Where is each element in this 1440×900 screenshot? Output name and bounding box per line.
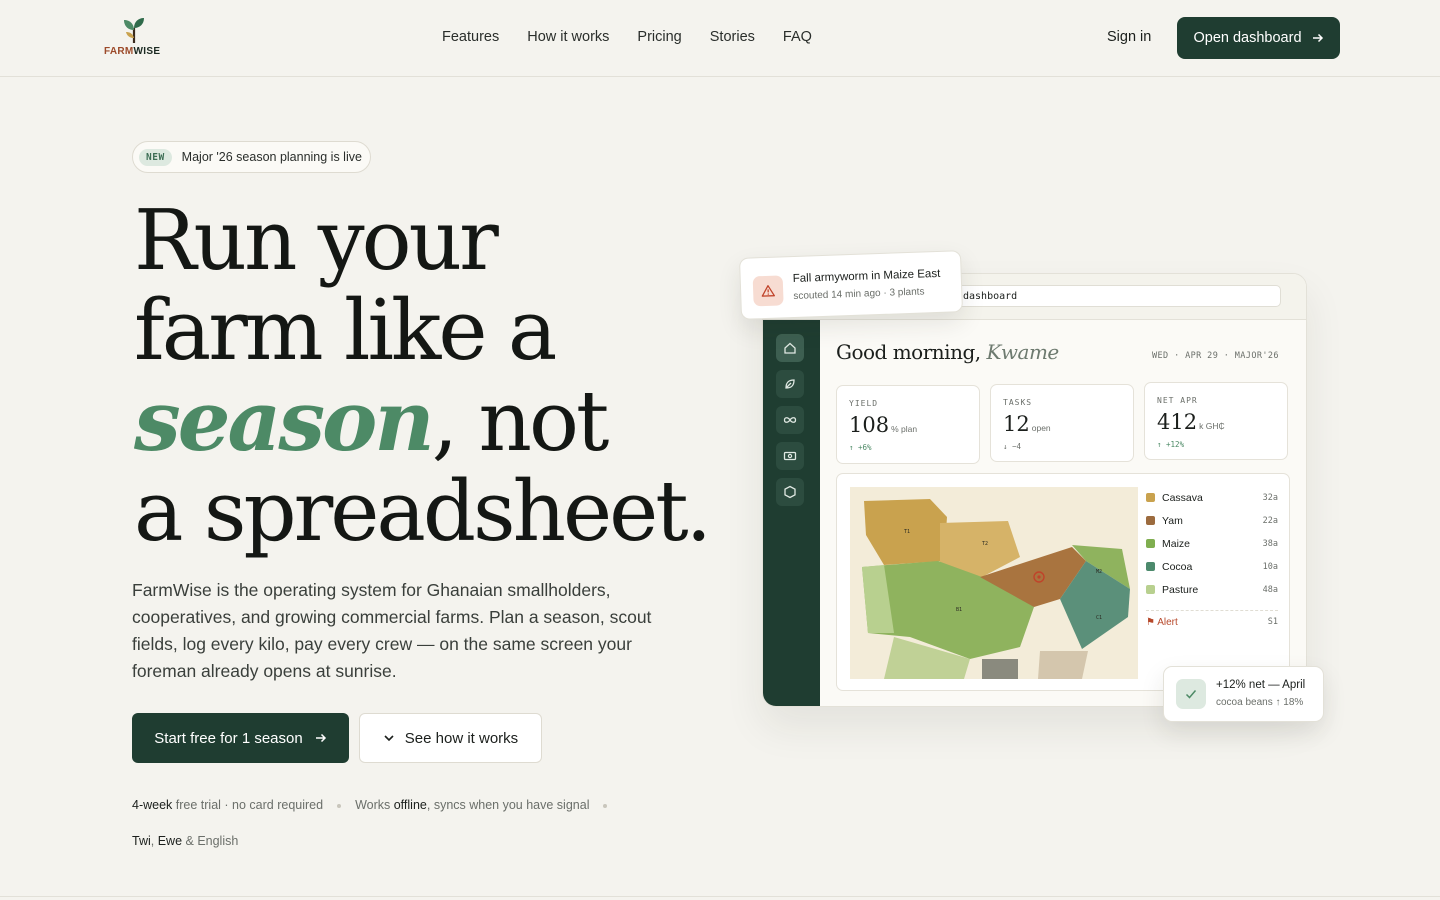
url-bar: dashboard [956, 285, 1281, 307]
see-how-label: See how it works [404, 729, 519, 747]
user-name: Kwame [986, 340, 1059, 364]
announcement-text: Major '26 season planning is live [181, 150, 362, 164]
dashboard-greeting: Good morning, Kwame [836, 340, 1059, 364]
legend-item-cassava[interactable]: Cassava 32a [1146, 486, 1278, 509]
hero-meta: 4-week free trial · no card required Work… [132, 787, 652, 859]
field-label: C1 [1096, 615, 1102, 621]
kpi-value: 108% plan [849, 413, 918, 437]
headline-accent: season [134, 372, 435, 470]
brand-wordmark: FARMWISE [104, 46, 161, 57]
sign-in-link[interactable]: Sign in [1107, 29, 1151, 45]
meta-separator [337, 803, 342, 808]
section-divider [0, 896, 1440, 897]
dashboard-preview: dashboard Good morning, Kwame WED · APR … [762, 273, 1307, 707]
net-gain-title: +12% net — April [1216, 679, 1306, 691]
net-gain-subtitle: cocoa beans ↑ 18% [1216, 697, 1304, 708]
nav-link-stories[interactable]: Stories [710, 29, 755, 45]
kpi-card-yield[interactable]: YIELD 108% plan ↑ +6% [836, 385, 980, 464]
kpi-card-net[interactable]: NET APR 412 k GH₵ ↑ +12% [1144, 382, 1288, 460]
farm-building [982, 659, 1018, 679]
kpi-card-tasks[interactable]: TASKS 12 open ↓ −4 [990, 384, 1134, 462]
alert-subtitle: scouted 14 min ago · 3 plants [793, 286, 925, 303]
arrow-right-icon [1312, 33, 1323, 43]
kpi-delta: ↑ +12% [1157, 440, 1185, 449]
legend-item-pasture[interactable]: Pasture 48a [1146, 578, 1278, 601]
headline-line-4: a spreadsheet. [134, 463, 712, 560]
arrow-right-icon [315, 733, 326, 743]
hero-lede: FarmWise is the operating system for Gha… [132, 580, 652, 681]
kpi-label: TASKS [1003, 398, 1033, 407]
sprout-icon [124, 18, 144, 43]
see-how-it-works-button[interactable]: See how it works [359, 713, 542, 763]
new-badge: NEW [139, 148, 172, 166]
legend-item-maize[interactable]: Maize 38a [1146, 532, 1278, 555]
kpi-delta: ↓ −4 [1003, 442, 1022, 451]
brand-logo[interactable]: FARMWISE [104, 16, 164, 60]
net-gain-card[interactable]: +12% net — April cocoa beans ↑ 18% [1163, 666, 1324, 722]
kpi-value: 412 k GH₵ [1157, 410, 1225, 434]
legend-item-yam[interactable]: Yam 22a [1146, 509, 1278, 532]
warning-icon [752, 275, 784, 307]
headline-line-1: Run your [134, 192, 499, 289]
dashboard-sidebar [763, 320, 820, 706]
field-label: T2 [982, 541, 988, 547]
legend-alert[interactable]: ⚑ Alert S1 [1146, 617, 1278, 628]
kpi-delta: ↑ +6% [849, 443, 872, 452]
top-nav: FARMWISE Features How it works Pricing S… [0, 0, 1440, 77]
meta-separator [603, 803, 608, 808]
field-map[interactable]: T1 T2 B1 M2 C1 [850, 487, 1138, 679]
dashboard-date: WED · APR 29 · MAJOR'26 [1152, 351, 1279, 361]
crop-legend: Cassava 32a Yam 22a Maize 38a Cocoa 10a Past… [1146, 486, 1278, 628]
leaf-icon[interactable] [776, 370, 804, 398]
field-label: T1 [904, 529, 910, 535]
kpi-label: YIELD [849, 399, 879, 408]
legend-item-cocoa[interactable]: Cocoa 10a [1146, 555, 1278, 578]
kpi-value: 12 open [1003, 412, 1051, 436]
headline-line-2: farm like a [134, 282, 557, 379]
trial-note: 4-week free trial · no card required [132, 798, 324, 812]
chevron-down-icon [384, 735, 394, 742]
open-dashboard-button[interactable]: Open dashboard [1177, 17, 1340, 59]
nav-link-how-it-works[interactable]: How it works [527, 29, 609, 45]
start-free-button[interactable]: Start free for 1 season [132, 713, 349, 763]
language-note: Twi, Ewe & English [132, 834, 239, 848]
nav-links: Features How it works Pricing Stories FA… [442, 29, 812, 45]
nav-link-features[interactable]: Features [442, 29, 499, 45]
alert-title: Fall armyworm in Maize East [792, 267, 941, 286]
open-dashboard-label: Open dashboard [1193, 30, 1302, 46]
headline-line-3-rest: , not [431, 373, 610, 470]
cash-icon[interactable] [776, 442, 804, 470]
start-free-label: Start free for 1 season [154, 729, 303, 747]
field-label: B1 [956, 607, 962, 613]
nav-link-pricing[interactable]: Pricing [637, 29, 681, 45]
hero-headline: Run your farm like a season, not a sprea… [134, 196, 754, 557]
field-plot-fallow [1038, 651, 1088, 679]
announcement-pill[interactable]: NEW Major '26 season planning is live [132, 141, 371, 173]
check-icon [1176, 679, 1206, 709]
armyworm-alert-card[interactable]: Fall armyworm in Maize East scouted 14 m… [738, 250, 964, 320]
legend-divider [1146, 610, 1278, 611]
field-label: M2 [1096, 569, 1102, 575]
kpi-label: NET APR [1157, 396, 1198, 405]
field-map-card: T1 T2 B1 M2 C1 Cassava 32a Yam 22a Maize 38… [836, 473, 1290, 691]
infinity-icon[interactable] [776, 406, 804, 434]
home-icon[interactable] [776, 334, 804, 362]
nav-link-faq[interactable]: FAQ [783, 29, 812, 45]
hexagon-icon[interactable] [776, 478, 804, 506]
offline-note: Works offline, syncs when you have signa… [355, 798, 590, 812]
